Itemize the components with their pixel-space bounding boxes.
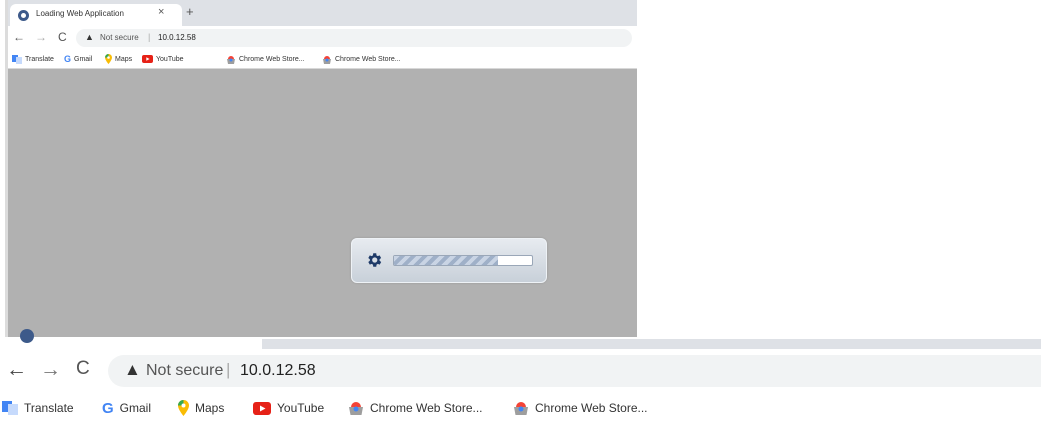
chrome-web-store-icon [323, 55, 331, 64]
bookmark-gmail[interactable]: G Gmail [64, 53, 92, 65]
bookmark-label: Translate [25, 55, 54, 63]
chrome-web-store-icon [514, 402, 528, 415]
bookmark-translate[interactable]: Translate [12, 53, 54, 65]
back-button[interactable]: ← [13, 30, 25, 44]
loading-dialog [351, 238, 547, 283]
tab-favicon-icon [20, 329, 34, 343]
bookmark-chrome-web-store-1[interactable]: Chrome Web Store... [348, 399, 483, 417]
bookmark-label: YouTube [277, 401, 325, 415]
bookmark-translate[interactable]: Translate [2, 399, 74, 417]
tab-favicon-icon [18, 10, 29, 21]
bookmark-label: Gmail [119, 401, 152, 415]
not-secure-warning-icon[interactable]: ▲ [124, 360, 141, 380]
youtube-icon [253, 401, 271, 415]
bookmark-chrome-web-store-2[interactable]: Chrome Web Store... [322, 53, 401, 65]
not-secure-warning-icon[interactable]: ▲ [85, 32, 94, 42]
maps-pin-icon [178, 400, 189, 416]
bookmark-youtube[interactable]: YouTube [142, 53, 184, 65]
bookmarks-bar-bottom: Translate G Gmail Maps YouTube Chrome We… [0, 392, 1041, 423]
browser-window-bottom-zoomed: ← → C ▲ Not secure | 10.0.12.58 Translat… [0, 329, 1041, 423]
back-button[interactable]: ← [6, 358, 27, 382]
forward-button[interactable]: → [35, 30, 47, 44]
security-status-text[interactable]: Not secure [100, 33, 139, 42]
translate-icon [2, 401, 18, 415]
url-text[interactable]: 10.0.12.58 [158, 33, 196, 42]
google-icon: G [64, 54, 72, 64]
bookmark-maps[interactable]: Maps [105, 53, 132, 65]
bookmark-label: Gmail [74, 55, 93, 63]
browser-window-top: Loading Web Application × + ← → C ▲ Not … [8, 0, 637, 337]
bookmark-label: Maps [195, 401, 225, 415]
bookmark-chrome-web-store-1[interactable]: Chrome Web Store... [226, 53, 305, 65]
maps-pin-icon [105, 54, 112, 64]
tab-loading-web-application[interactable]: Loading Web Application × [10, 4, 182, 26]
translate-icon [12, 54, 22, 64]
browser-toolbar-bottom: ← → C ▲ Not secure | 10.0.12.58 [0, 350, 1041, 392]
browser-toolbar: ← → C ▲ Not secure | 10.0.12.58 [8, 26, 637, 50]
bookmark-label: Chrome Web Store... [335, 55, 401, 63]
loading-progress-bar [393, 255, 533, 266]
bookmark-label: Chrome Web Store... [535, 401, 648, 415]
bookmark-label: YouTube [156, 55, 184, 63]
gear-icon [368, 253, 382, 267]
forward-button[interactable]: → [40, 358, 61, 382]
url-text[interactable]: 10.0.12.58 [240, 362, 316, 380]
reload-button[interactable]: C [76, 358, 90, 380]
bookmark-label: Maps [115, 55, 133, 63]
bookmarks-bar: Translate G Gmail Maps YouTube Chrome We… [8, 50, 637, 69]
bookmark-youtube[interactable]: YouTube [253, 399, 324, 417]
address-bar[interactable]: ▲ Not secure | 10.0.12.58 [76, 29, 632, 47]
google-icon: G [102, 399, 114, 417]
bookmark-maps[interactable]: Maps [178, 399, 224, 417]
new-tab-button[interactable]: + [186, 4, 194, 19]
loading-progress-fill [394, 256, 498, 265]
reload-button[interactable]: C [58, 30, 67, 44]
bookmark-chrome-web-store-2[interactable]: Chrome Web Store... [513, 399, 648, 417]
security-status-text[interactable]: Not secure [146, 362, 223, 380]
chrome-web-store-icon [227, 55, 235, 64]
tab-close-icon[interactable]: × [158, 6, 164, 18]
bookmark-label: Chrome Web Store... [370, 401, 483, 415]
page-content-area [8, 69, 637, 337]
tab-strip-background [262, 339, 1041, 349]
tab-strip-bottom [0, 329, 1041, 350]
youtube-icon [142, 55, 153, 63]
chrome-web-store-icon [349, 402, 363, 415]
address-bar[interactable]: ▲ Not secure | 10.0.12.58 [108, 355, 1041, 387]
tab-title: Loading Web Application [36, 9, 124, 18]
tab-strip: Loading Web Application × + [8, 0, 637, 26]
url-separator: | [226, 360, 231, 379]
bookmark-label: Translate [24, 401, 74, 415]
bookmark-gmail[interactable]: G Gmail [102, 399, 151, 417]
url-separator: | [148, 32, 151, 42]
bookmark-label: Chrome Web Store... [239, 55, 305, 63]
